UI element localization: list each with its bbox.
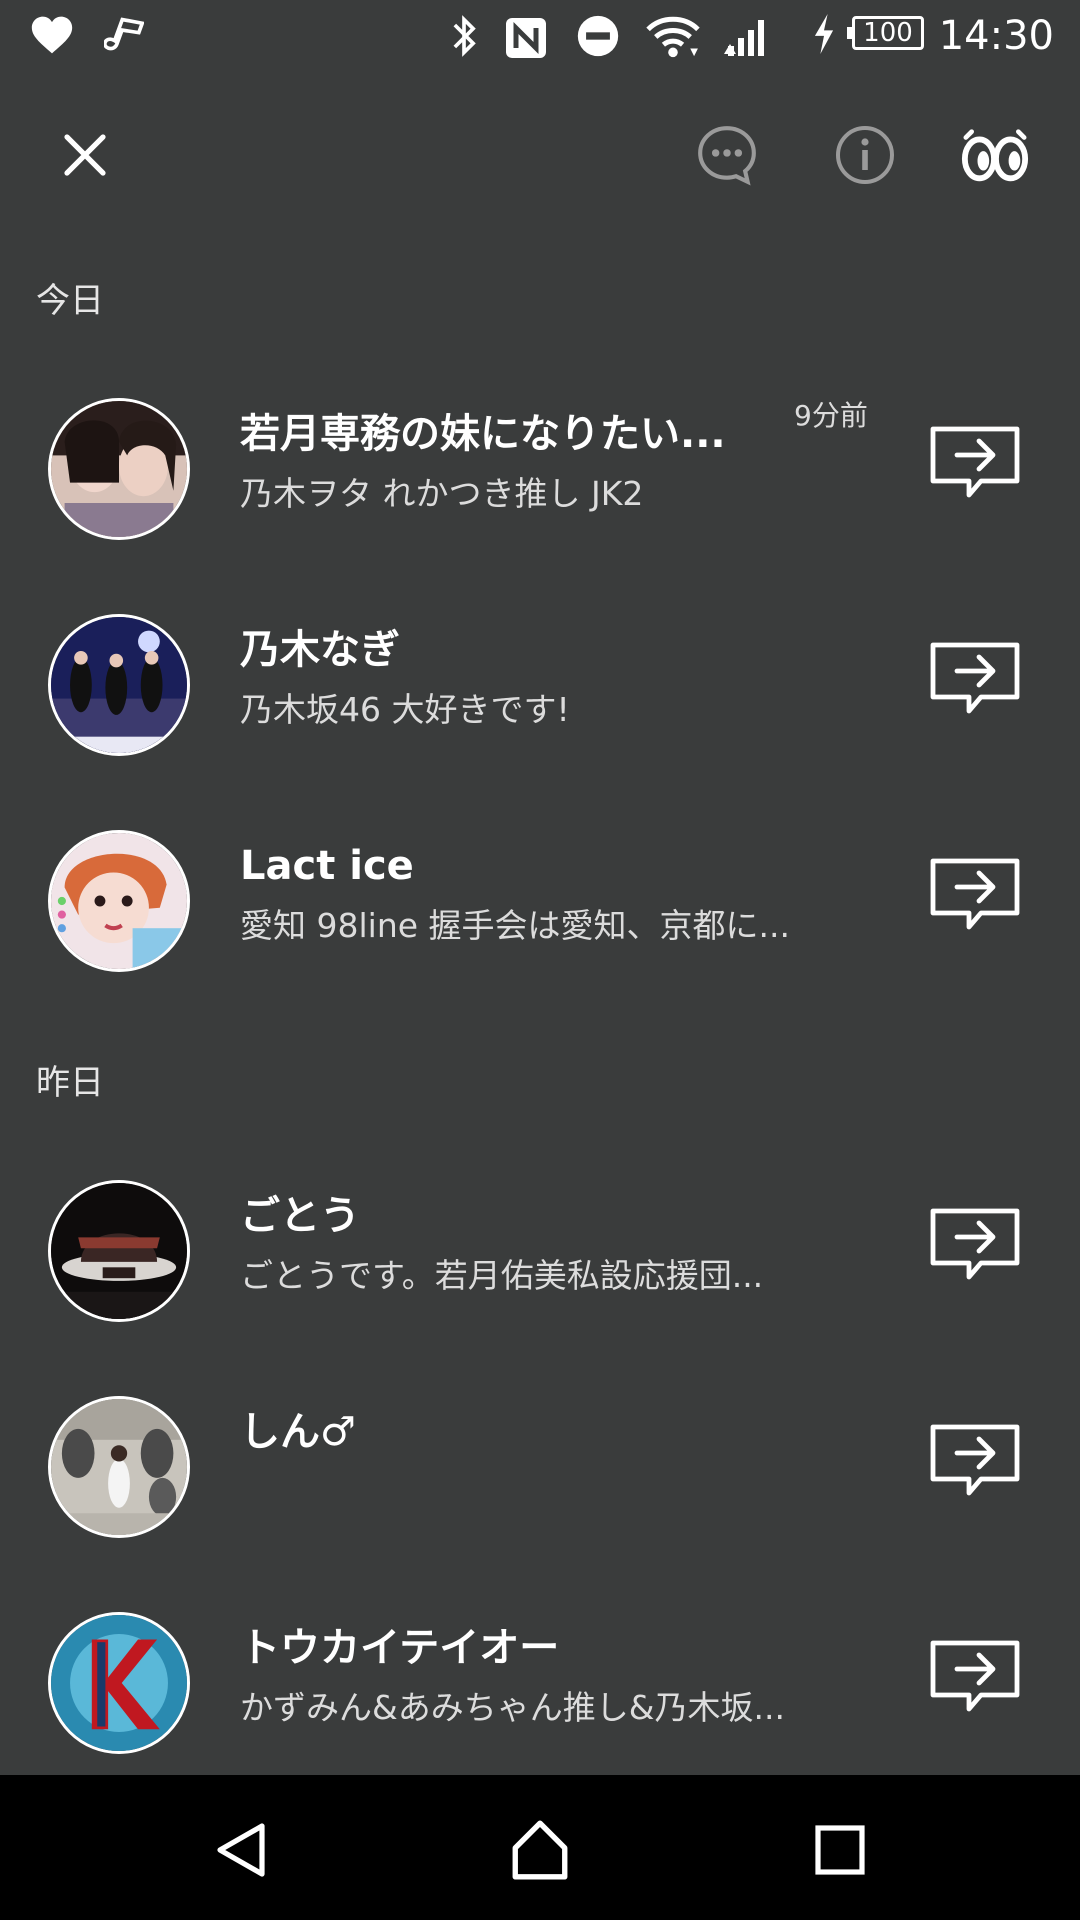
share-button[interactable]: [920, 840, 1030, 950]
user-name: 若月専務の妹になりたい...: [240, 411, 726, 457]
user-name: ごとう: [240, 1193, 360, 1239]
battery-level: 100: [863, 18, 913, 48]
avatar[interactable]: [48, 1396, 190, 1538]
avatar-photo: [51, 617, 187, 753]
info-icon: [836, 126, 894, 184]
list-item[interactable]: トウカイテイオー かずみん&あみちゃん推し&乃木坂...: [0, 1586, 1080, 1776]
avatar[interactable]: [48, 830, 190, 972]
share-button[interactable]: [920, 1190, 1030, 1300]
cell-signal-icon: [724, 20, 764, 56]
list-item[interactable]: 乃木なぎ 乃木坂46 大好きです!: [0, 588, 1080, 778]
avatar-photo: [51, 833, 187, 969]
share-arrow-icon: [930, 858, 1020, 930]
recents-button[interactable]: [780, 1795, 900, 1905]
do-not-disturb-icon: [577, 15, 619, 57]
list-item[interactable]: Lact ice 愛知 98line 握手会は愛知、京都に...: [0, 804, 1080, 994]
user-description: 乃木坂46 大好きです!: [240, 690, 570, 729]
eyes-icon: [961, 129, 1029, 182]
avatar-photo: [51, 1399, 187, 1535]
nfc-icon: [506, 18, 546, 58]
wifi-icon: [646, 16, 700, 58]
share-button[interactable]: [920, 408, 1030, 518]
user-description: 乃木ヲタ れかつき推し JK2: [240, 474, 644, 513]
section-header-today: 今日: [36, 281, 104, 321]
screen: 100 14:30 今日 若月専務の妹になりたい... 乃木ヲタ れかつき推し …: [0, 0, 1080, 1920]
share-arrow-icon: [930, 1424, 1020, 1496]
share-button[interactable]: [920, 624, 1030, 734]
back-icon: [217, 1823, 265, 1877]
share-arrow-icon: [930, 1640, 1020, 1712]
close-icon: [64, 134, 106, 176]
chat-button[interactable]: [672, 100, 782, 210]
footprints-button[interactable]: [940, 100, 1050, 210]
clock: 14:30: [938, 13, 1054, 59]
charging-icon: [814, 14, 834, 54]
share-button[interactable]: [920, 1406, 1030, 1516]
music-note-icon: [104, 17, 144, 51]
user-description: ごとうです。若月佑美私設応援団...: [240, 1256, 764, 1295]
user-description: かずみん&あみちゃん推し&乃木坂...: [240, 1688, 785, 1727]
avatar[interactable]: [48, 1180, 190, 1322]
avatar[interactable]: [48, 398, 190, 540]
share-button[interactable]: [920, 1622, 1030, 1732]
share-arrow-icon: [930, 426, 1020, 498]
list-item[interactable]: ごとう ごとうです。若月佑美私設応援団...: [0, 1154, 1080, 1344]
status-bar: 100 14:30: [0, 0, 1080, 72]
avatar[interactable]: [48, 1612, 190, 1754]
user-description: 愛知 98line 握手会は愛知、京都に...: [240, 906, 790, 945]
heart-icon: [31, 16, 73, 54]
chat-bubble-icon: [698, 126, 756, 186]
info-button[interactable]: [810, 100, 920, 210]
home-button[interactable]: [480, 1795, 600, 1905]
bluetooth-icon: [453, 15, 476, 57]
avatar[interactable]: [48, 614, 190, 756]
avatar-photo: [51, 1615, 187, 1751]
user-name: 乃木なぎ: [240, 627, 400, 673]
list-item[interactable]: しん♂: [0, 1370, 1080, 1560]
close-button[interactable]: [30, 100, 140, 210]
top-action-bar: [0, 100, 1080, 210]
share-arrow-icon: [930, 642, 1020, 714]
recents-icon: [815, 1825, 865, 1875]
section-header-yesterday: 昨日: [36, 1063, 104, 1103]
user-name: トウカイテイオー: [240, 1625, 560, 1671]
user-name: しん♂: [240, 1409, 356, 1455]
avatar-photo: [51, 1183, 187, 1319]
list-item[interactable]: 若月専務の妹になりたい... 乃木ヲタ れかつき推し JK2 9分前: [0, 372, 1080, 562]
back-button[interactable]: [182, 1795, 302, 1905]
home-icon: [512, 1820, 568, 1880]
share-arrow-icon: [930, 1208, 1020, 1280]
timestamp: 9分前: [794, 399, 868, 432]
user-name: Lact ice: [240, 843, 414, 889]
avatar-photo: [51, 401, 187, 537]
navigation-bar: [0, 1775, 1080, 1920]
battery-icon: 100: [847, 16, 924, 50]
